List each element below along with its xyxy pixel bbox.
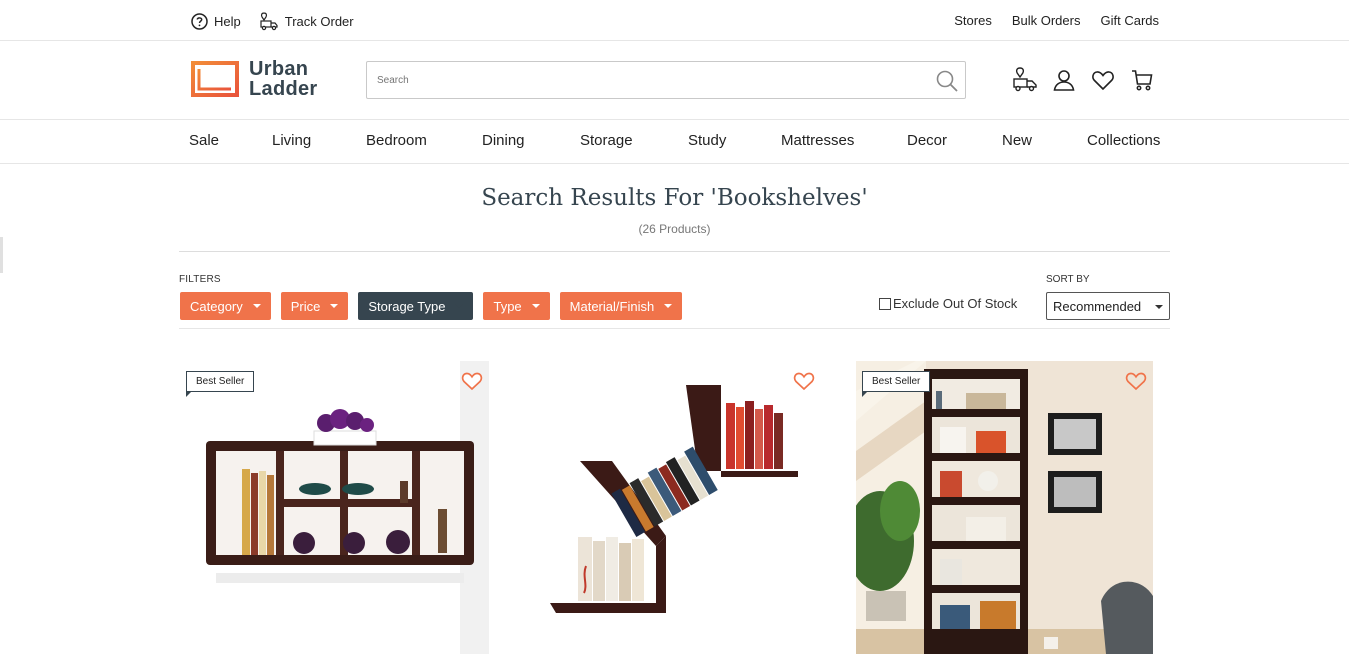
- top-utility-bar: Help Track Order Stores Bulk Orders Gift…: [0, 0, 1349, 41]
- help-link[interactable]: Help: [191, 12, 241, 30]
- nav-item-bedroom[interactable]: Bedroom: [366, 132, 427, 149]
- exclude-out-of-stock[interactable]: Exclude Out Of Stock: [879, 296, 1017, 311]
- divider: [179, 251, 1170, 252]
- delivery-location-icon: [1013, 67, 1037, 92]
- cart-button[interactable]: [1129, 67, 1155, 93]
- delivery-truck-icon: [260, 12, 278, 31]
- logo-mark-icon: [191, 61, 239, 97]
- help-icon: [191, 12, 208, 30]
- sort-value: Recommended: [1053, 298, 1142, 314]
- search-icon[interactable]: [935, 69, 959, 93]
- header-actions: [1012, 67, 1168, 93]
- gift-cards-link[interactable]: Gift Cards: [1100, 13, 1159, 28]
- caret-down-icon: [531, 304, 540, 308]
- nav-item-sale[interactable]: Sale: [189, 132, 219, 149]
- logo-text: Urban Ladder: [249, 59, 317, 99]
- divider: [179, 328, 1170, 329]
- top-left-links: Help Track Order: [191, 11, 372, 31]
- track-order-link[interactable]: Track Order: [259, 11, 354, 31]
- caret-down-icon: [664, 304, 673, 308]
- product-image[interactable]: [180, 361, 489, 654]
- page-title: Search Results For 'Bookshelves': [481, 185, 868, 211]
- best-seller-badge: Best Seller: [862, 371, 931, 397]
- nav-item-mattresses[interactable]: Mattresses: [781, 132, 854, 149]
- filter-price-label: Price: [290, 298, 321, 314]
- filter-storage-type-label: Storage Type: [368, 298, 446, 314]
- nav-item-decor[interactable]: Decor: [907, 132, 947, 149]
- sort-label: SORT BY: [1046, 274, 1090, 285]
- search-input[interactable]: [367, 62, 965, 98]
- wishlist-button[interactable]: [1090, 67, 1116, 93]
- caret-down-icon: [455, 304, 464, 308]
- help-label: Help: [214, 13, 241, 29]
- account-button[interactable]: [1051, 67, 1077, 93]
- nav-item-new[interactable]: New: [1002, 132, 1032, 149]
- logo-line-1: Urban: [249, 58, 309, 80]
- nav-item-storage[interactable]: Storage: [580, 132, 633, 149]
- bulk-orders-link[interactable]: Bulk Orders: [1012, 13, 1081, 28]
- heart-icon: [1092, 71, 1114, 91]
- product-card[interactable]: [516, 361, 825, 654]
- track-order-label: Track Order: [284, 13, 354, 29]
- top-right-links: Stores Bulk Orders Gift Cards: [934, 13, 1159, 28]
- filters-label: FILTERS: [179, 274, 221, 285]
- product-count: (26 Products): [638, 222, 711, 236]
- exclude-label: Exclude Out Of Stock: [893, 296, 1018, 311]
- wishlist-heart-icon[interactable]: [1125, 371, 1147, 391]
- wishlist-heart-icon[interactable]: [793, 371, 815, 391]
- nav-item-living[interactable]: Living: [272, 132, 311, 149]
- caret-down-icon: [1155, 305, 1163, 309]
- product-image[interactable]: [516, 361, 825, 654]
- product-card[interactable]: Best Seller: [856, 361, 1153, 654]
- exclude-checkbox[interactable]: [879, 297, 891, 310]
- sort-select[interactable]: Recommended: [1046, 292, 1170, 320]
- wishlist-heart-icon[interactable]: [461, 371, 483, 391]
- filter-price[interactable]: Price: [280, 292, 349, 320]
- filter-type-label: Type: [493, 298, 522, 314]
- category-nav: Sale Living Bedroom Dining Storage Study…: [0, 120, 1349, 164]
- nav-item-study[interactable]: Study: [688, 132, 726, 149]
- filter-material-finish-label: Material/Finish: [569, 298, 655, 314]
- filter-material-finish[interactable]: Material/Finish: [559, 292, 683, 320]
- side-feedback-tab[interactable]: [0, 237, 3, 273]
- caret-down-icon: [252, 304, 261, 308]
- nav-item-collections[interactable]: Collections: [1087, 132, 1160, 149]
- product-image[interactable]: [856, 361, 1153, 654]
- urban-ladder-logo[interactable]: Urban Ladder: [191, 59, 317, 99]
- product-card[interactable]: Best Seller: [180, 361, 489, 654]
- filter-type[interactable]: Type: [483, 292, 550, 320]
- filter-category-label: Category: [190, 298, 243, 314]
- nav-item-dining[interactable]: Dining: [482, 132, 525, 149]
- filter-category[interactable]: Category: [180, 292, 271, 320]
- best-seller-badge: Best Seller: [186, 371, 255, 397]
- store-locator-button[interactable]: [1012, 67, 1038, 93]
- search-box: [366, 61, 966, 99]
- cart-icon: [1132, 70, 1153, 91]
- main-header: Urban Ladder: [0, 41, 1349, 120]
- user-icon: [1053, 70, 1075, 91]
- logo-line-2: Ladder: [249, 78, 318, 100]
- filter-storage-type[interactable]: Storage Type: [358, 292, 474, 320]
- stores-link[interactable]: Stores: [954, 13, 992, 28]
- filter-bar: Category Price Storage Type Type Materia…: [180, 292, 692, 320]
- caret-down-icon: [330, 304, 339, 308]
